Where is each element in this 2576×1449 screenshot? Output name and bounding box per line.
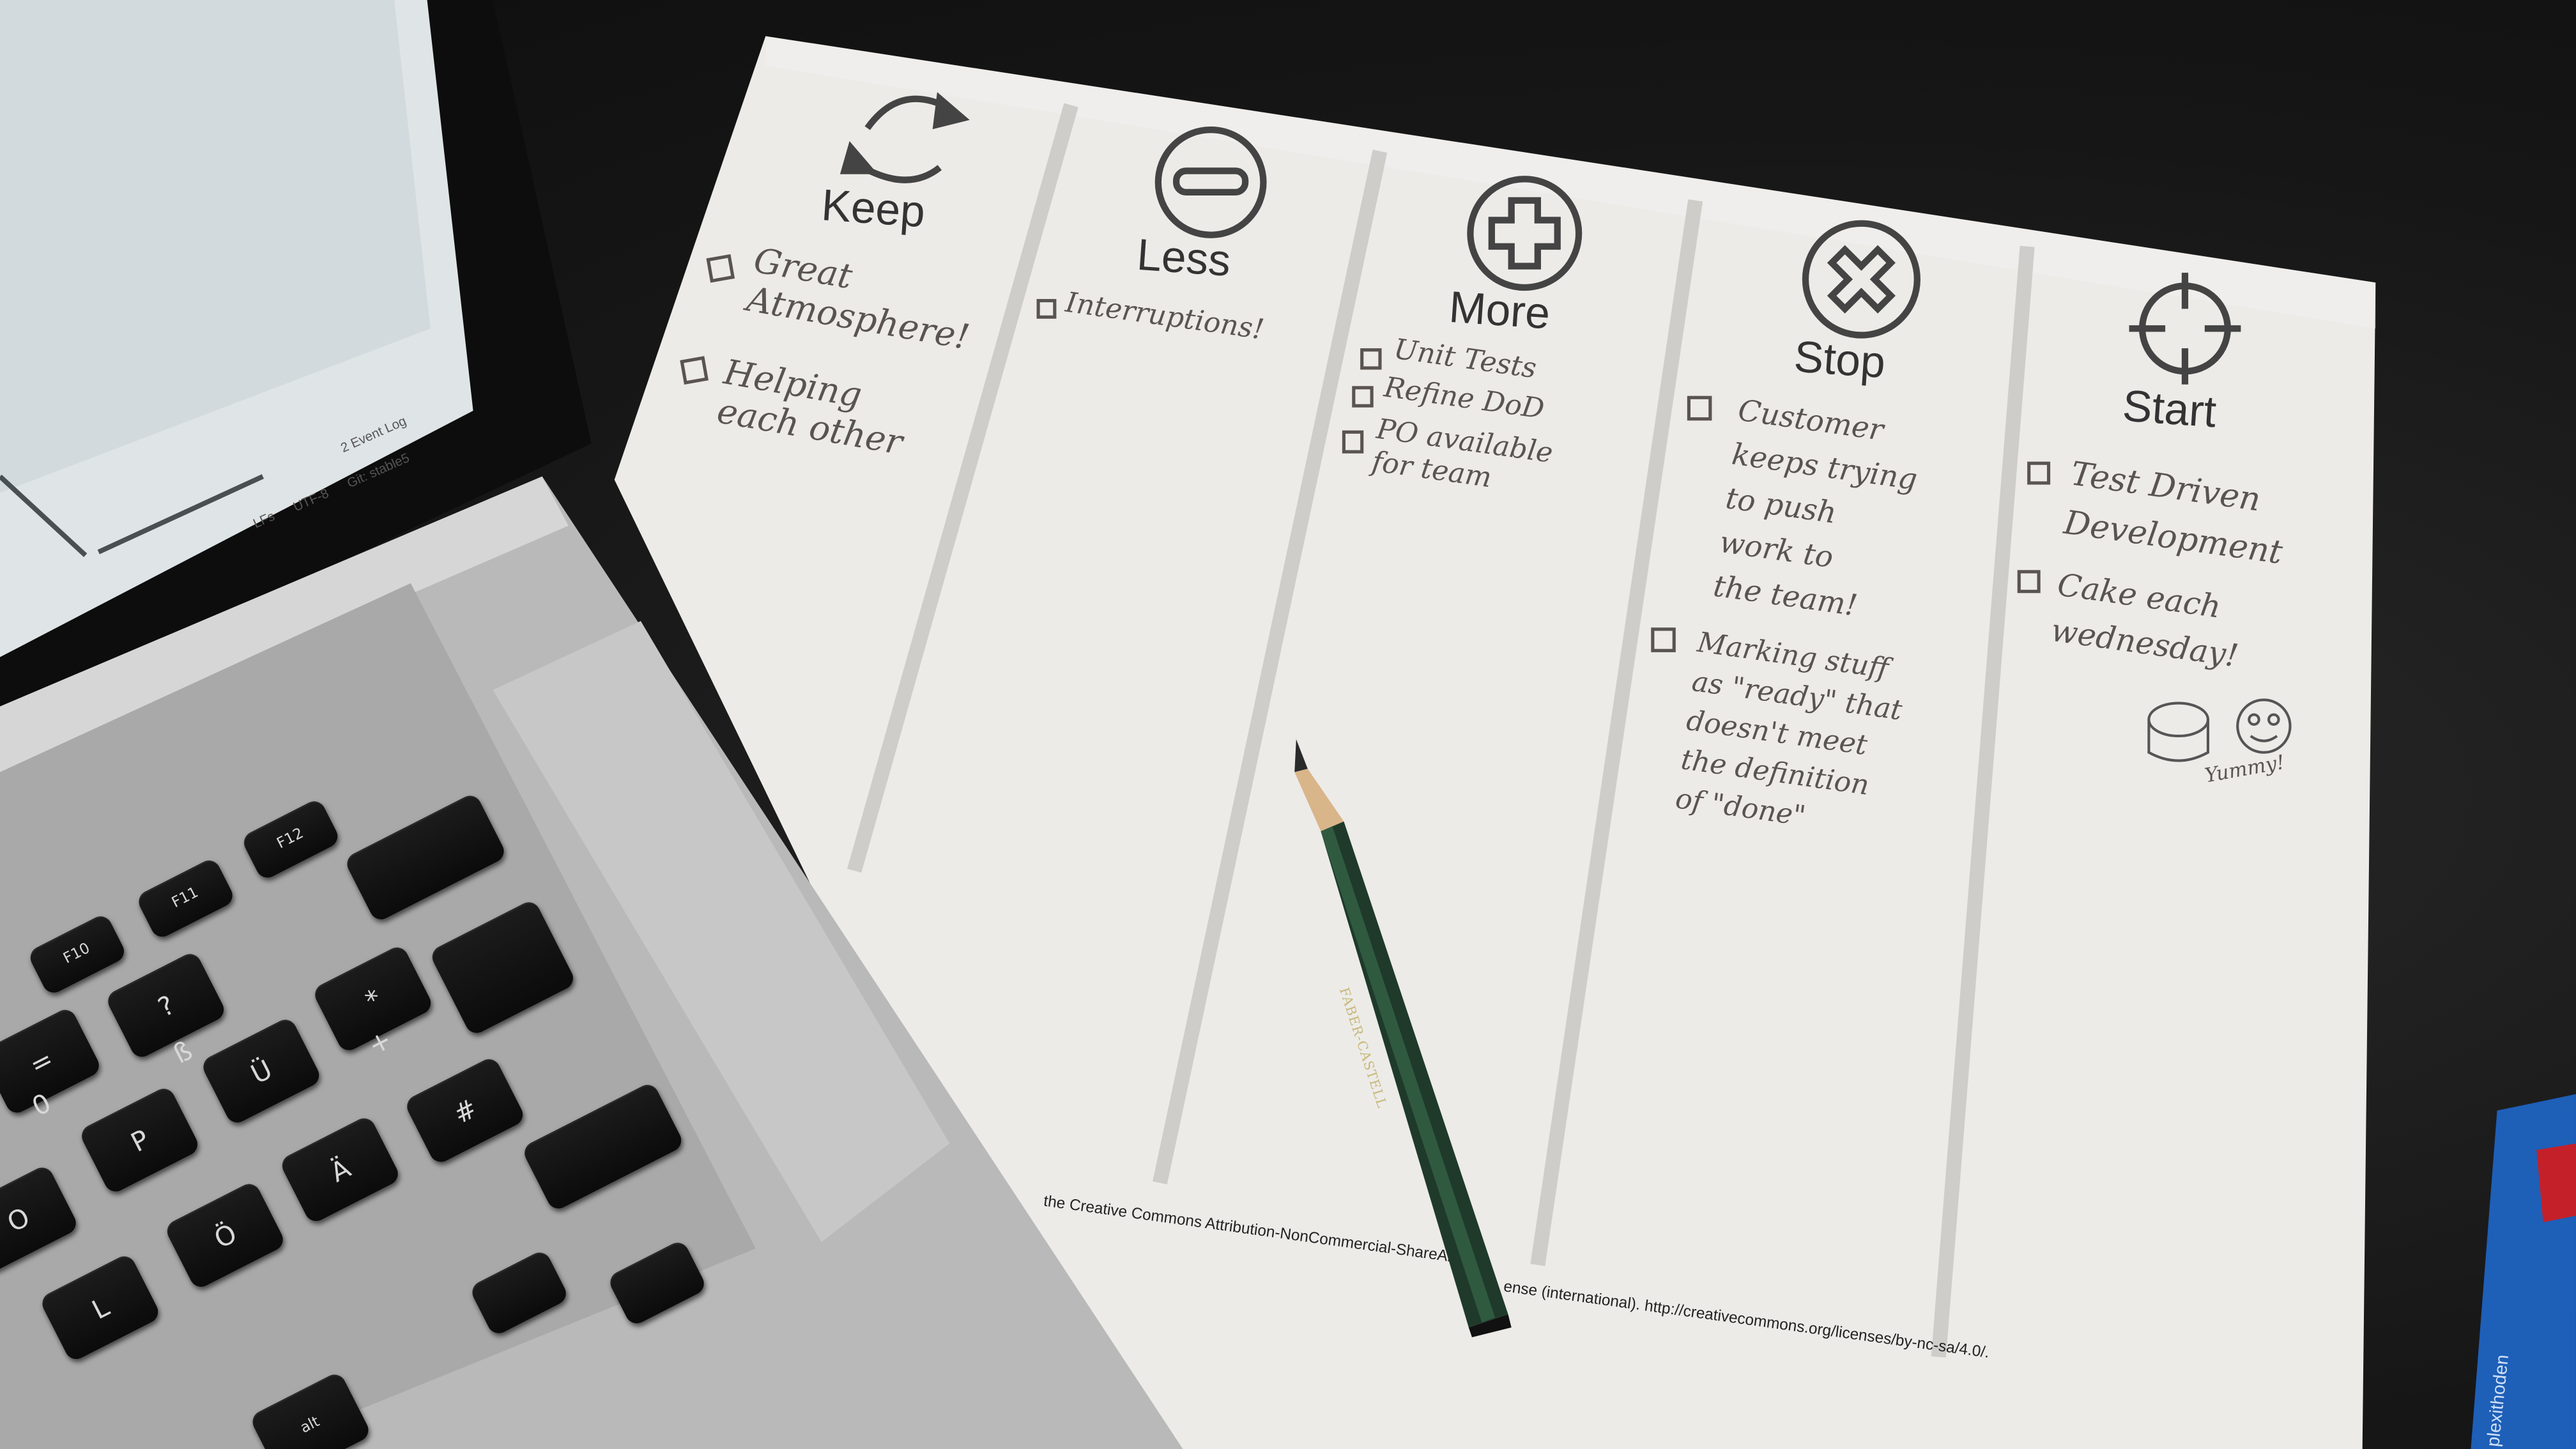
laptop bbox=[0, 0, 1183, 1449]
photo-scene: Keep Less More Stop Start Great Atmosphe… bbox=[0, 0, 2576, 1449]
